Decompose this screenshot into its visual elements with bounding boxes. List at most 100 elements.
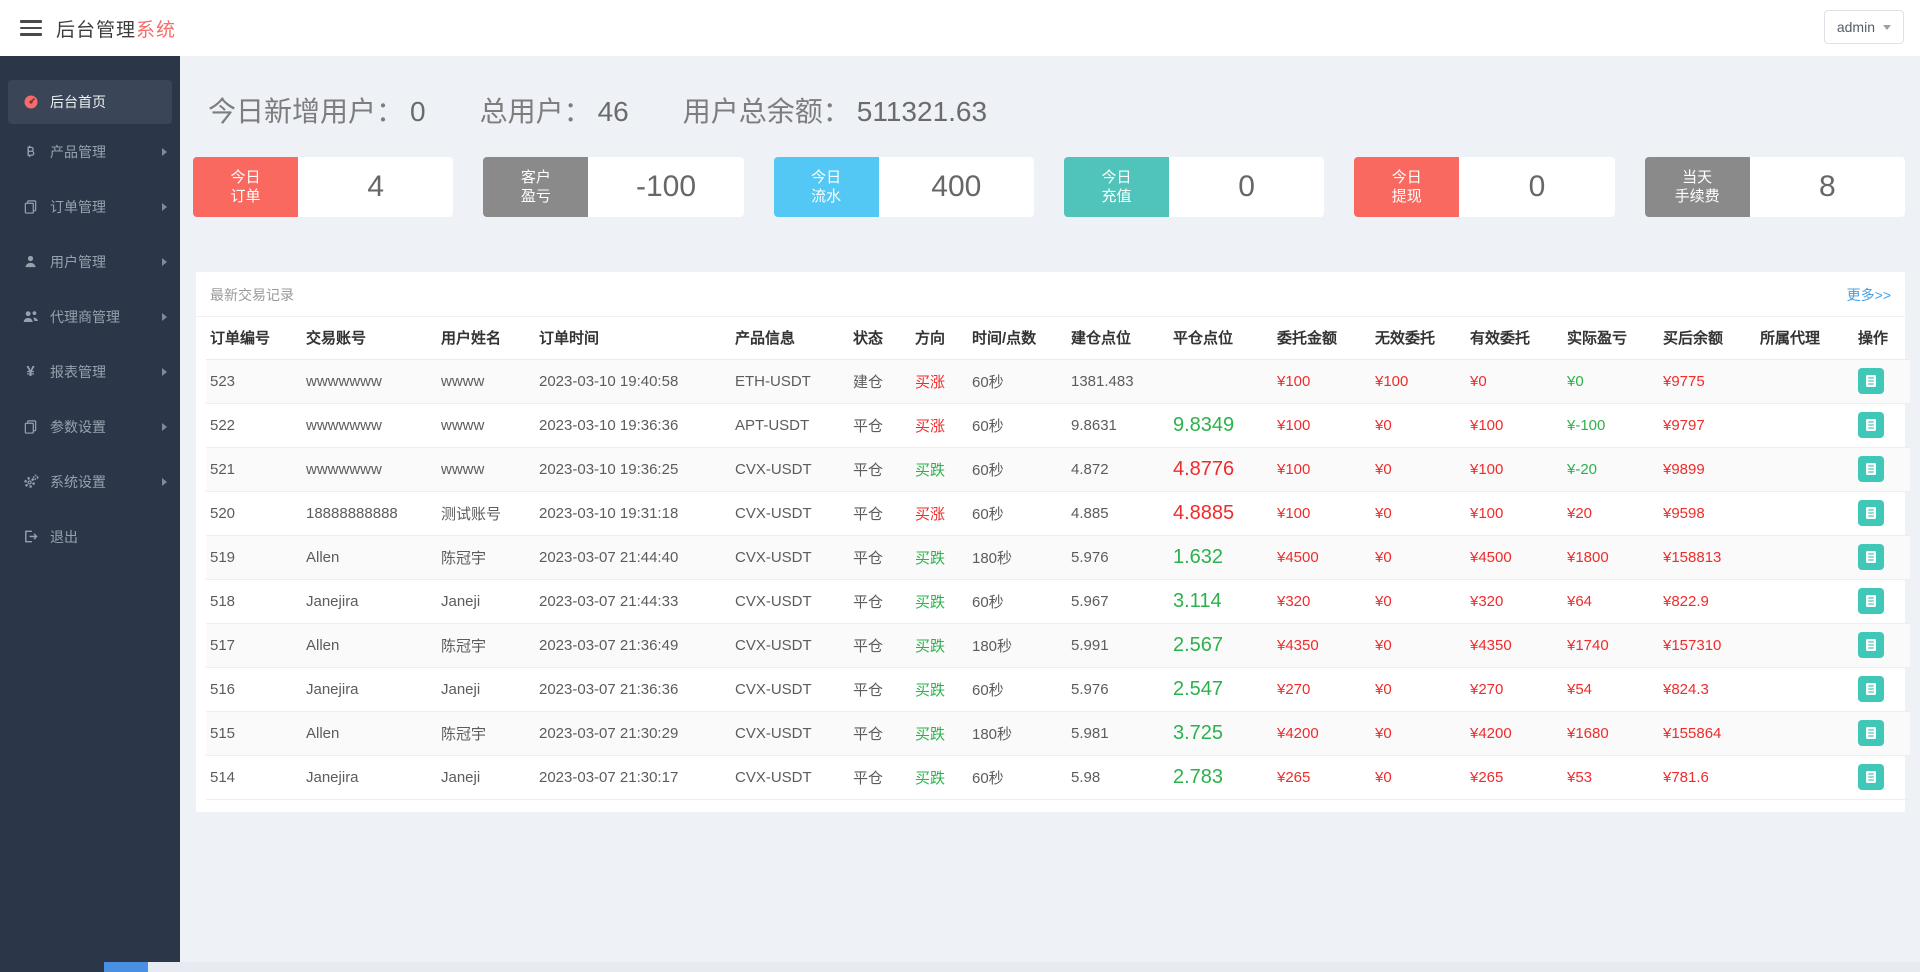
chevron-down-icon xyxy=(1883,25,1891,30)
table-row: 518JanejiraJaneji2023-03-07 21:44:33CVX-… xyxy=(206,579,1910,623)
cell-amount: ¥270 xyxy=(1273,667,1371,711)
cell-time: 2023-03-07 21:30:17 xyxy=(535,755,731,799)
cell-status: 平仓 xyxy=(849,491,911,535)
cell-open: 5.991 xyxy=(1067,623,1169,667)
table-row: 514JanejiraJaneji2023-03-07 21:30:17CVX-… xyxy=(206,755,1910,799)
column-header: 无效委托 xyxy=(1371,317,1466,359)
cell-close xyxy=(1169,359,1273,403)
cell-close: 4.8885 xyxy=(1169,491,1273,535)
order-detail-button[interactable] xyxy=(1858,676,1884,702)
form-icon xyxy=(1863,417,1879,433)
order-detail-button[interactable] xyxy=(1858,764,1884,790)
chevron-right-icon xyxy=(162,313,167,321)
gear-icon xyxy=(22,474,39,490)
sidebar-item-退出[interactable]: 退出 xyxy=(0,509,180,564)
cell-account: Allen xyxy=(302,623,437,667)
cell-amount: ¥100 xyxy=(1273,359,1371,403)
cell-direction: 买跌 xyxy=(911,623,968,667)
cell-profit: ¥-20 xyxy=(1563,447,1659,491)
cell-id: 519 xyxy=(206,535,302,579)
table-row: 522wwwwwwwwwww2023-03-10 19:36:36APT-USD… xyxy=(206,403,1910,447)
order-detail-button[interactable] xyxy=(1858,720,1884,746)
cell-time: 2023-03-10 19:40:58 xyxy=(535,359,731,403)
sidebar-item-参数设置[interactable]: 参数设置 xyxy=(0,399,180,454)
cell-close: 3.114 xyxy=(1169,579,1273,623)
cell-open: 5.98 xyxy=(1067,755,1169,799)
cell-duration: 60秒 xyxy=(968,755,1067,799)
cell-balance: ¥157310 xyxy=(1659,623,1756,667)
table-header-row: 订单编号交易账号用户姓名订单时间产品信息状态方向时间/点数建仓点位平仓点位委托金… xyxy=(206,317,1910,359)
cell-status: 平仓 xyxy=(849,579,911,623)
cell-product: CVX-USDT xyxy=(731,667,849,711)
stat-card: 今日订单4 xyxy=(193,157,453,217)
cell-duration: 60秒 xyxy=(968,447,1067,491)
cell-action xyxy=(1854,491,1910,535)
cell-duration: 180秒 xyxy=(968,711,1067,755)
column-header: 买后余额 xyxy=(1659,317,1756,359)
cell-close: 4.8776 xyxy=(1169,447,1273,491)
cell-amount: ¥265 xyxy=(1273,755,1371,799)
cell-agent xyxy=(1756,491,1854,535)
cell-account: 18888888888 xyxy=(302,491,437,535)
cell-duration: 60秒 xyxy=(968,491,1067,535)
cell-close: 2.547 xyxy=(1169,667,1273,711)
summary-label: 今日新增用户： xyxy=(208,96,404,127)
cell-agent xyxy=(1756,623,1854,667)
scrollbar-sidebar-segment xyxy=(0,962,104,972)
cell-id: 518 xyxy=(206,579,302,623)
cell-status: 平仓 xyxy=(849,711,911,755)
form-icon xyxy=(1863,373,1879,389)
order-detail-button[interactable] xyxy=(1858,500,1884,526)
sidebar-item-系统设置[interactable]: 系统设置 xyxy=(0,454,180,509)
cell-invalid: ¥100 xyxy=(1371,359,1466,403)
cell-invalid: ¥0 xyxy=(1371,535,1466,579)
sidebar-item-用户管理[interactable]: 用户管理 xyxy=(0,234,180,289)
user-dropdown[interactable]: admin xyxy=(1824,10,1904,44)
cell-id: 522 xyxy=(206,403,302,447)
panel-header: 最新交易记录 更多>> xyxy=(196,272,1905,317)
cell-close: 3.725 xyxy=(1169,711,1273,755)
cell-direction: 买涨 xyxy=(911,403,968,447)
cell-duration: 60秒 xyxy=(968,579,1067,623)
cell-close: 9.8349 xyxy=(1169,403,1273,447)
order-detail-button[interactable] xyxy=(1858,368,1884,394)
cell-id: 515 xyxy=(206,711,302,755)
cell-id: 521 xyxy=(206,447,302,491)
cell-agent xyxy=(1756,667,1854,711)
menu-toggle-icon[interactable] xyxy=(20,20,42,36)
cell-time: 2023-03-07 21:44:40 xyxy=(535,535,731,579)
cell-time: 2023-03-07 21:36:36 xyxy=(535,667,731,711)
sidebar-item-label: 产品管理 xyxy=(50,142,106,162)
cell-agent xyxy=(1756,755,1854,799)
scrollbar-thumb[interactable] xyxy=(104,962,148,972)
summary-new-users: 今日新增用户：0 xyxy=(208,94,426,130)
cell-duration: 180秒 xyxy=(968,623,1067,667)
cell-valid: ¥0 xyxy=(1466,359,1563,403)
sidebar-item-报表管理[interactable]: ¥报表管理 xyxy=(0,344,180,399)
order-detail-button[interactable] xyxy=(1858,588,1884,614)
sidebar-item-订单管理[interactable]: 订单管理 xyxy=(0,179,180,234)
stat-card: 今日提现0 xyxy=(1354,157,1614,217)
stat-card-label: 今日提现 xyxy=(1354,157,1459,217)
horizontal-scrollbar[interactable] xyxy=(0,962,1920,972)
order-detail-button[interactable] xyxy=(1858,632,1884,658)
sidebar-item-代理商管理[interactable]: 代理商管理 xyxy=(0,289,180,344)
stat-card-value: -100 xyxy=(588,157,743,217)
form-icon xyxy=(1863,593,1879,609)
cell-balance: ¥155864 xyxy=(1659,711,1756,755)
order-detail-button[interactable] xyxy=(1858,456,1884,482)
cell-valid: ¥320 xyxy=(1466,579,1563,623)
more-link[interactable]: 更多>> xyxy=(1847,285,1891,305)
order-detail-button[interactable] xyxy=(1858,412,1884,438)
cell-valid: ¥4350 xyxy=(1466,623,1563,667)
cell-account: Allen xyxy=(302,535,437,579)
cell-open: 1381.483 xyxy=(1067,359,1169,403)
cell-open: 5.981 xyxy=(1067,711,1169,755)
stat-card-label: 当天手续费 xyxy=(1645,157,1750,217)
stat-card-value: 0 xyxy=(1459,157,1614,217)
stat-card: 今日充值0 xyxy=(1064,157,1324,217)
sidebar-item-产品管理[interactable]: 产品管理 xyxy=(0,124,180,179)
order-detail-button[interactable] xyxy=(1858,544,1884,570)
sidebar-item-后台首页[interactable]: 后台首页 xyxy=(8,80,172,124)
cell-profit: ¥54 xyxy=(1563,667,1659,711)
